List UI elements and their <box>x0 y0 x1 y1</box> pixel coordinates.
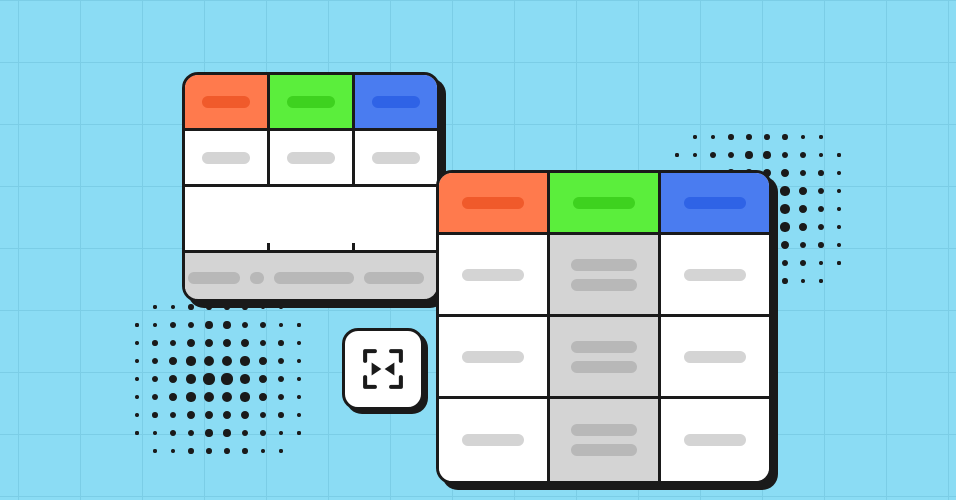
selected-row-highlight <box>182 250 440 302</box>
header-cell <box>185 75 270 131</box>
table-header-row <box>185 75 437 131</box>
table-right <box>436 170 772 484</box>
merge-icon-badge <box>342 328 424 410</box>
header-cell <box>355 75 437 131</box>
merge-arrows-icon <box>357 343 409 395</box>
table-row <box>439 235 769 317</box>
header-cell <box>439 173 550 235</box>
header-cell <box>661 173 769 235</box>
halftone-dots-left <box>130 300 306 458</box>
table-row <box>185 131 437 187</box>
table-header-row <box>439 173 769 235</box>
table-row <box>439 399 769 481</box>
table-row <box>439 317 769 399</box>
table-left <box>182 72 440 302</box>
header-cell <box>270 75 355 131</box>
header-cell <box>550 173 661 235</box>
